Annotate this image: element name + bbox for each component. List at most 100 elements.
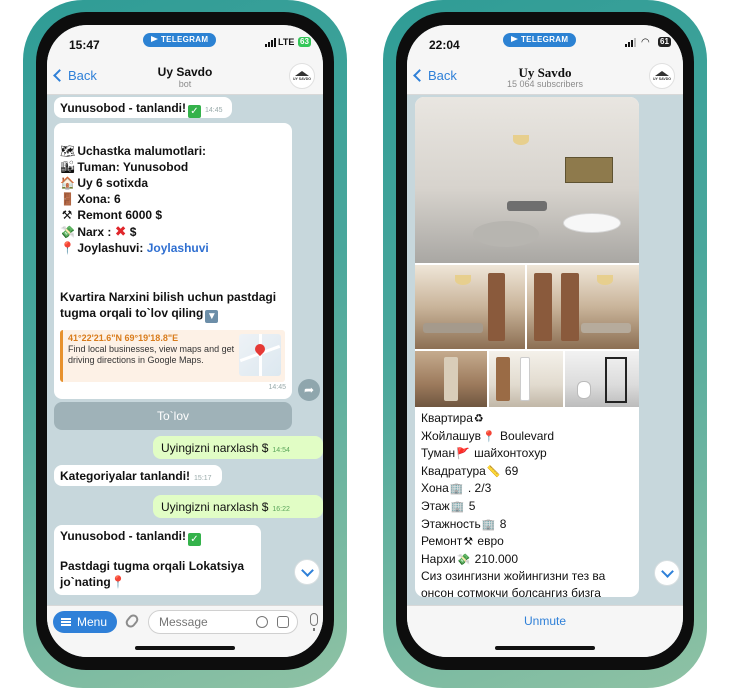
door-icon: 🚪	[60, 192, 75, 206]
telegram-pill-label: TELEGRAM	[521, 35, 569, 44]
microphone-icon[interactable]	[310, 613, 318, 631]
battery-level: 61	[658, 37, 671, 47]
share-icon[interactable]: ➦	[298, 379, 320, 401]
status-time: 15:47	[69, 38, 100, 52]
telegram-pill[interactable]: TELEGRAM	[503, 33, 577, 47]
post-line: Хона🏢 . 2/3	[421, 480, 633, 498]
location-link[interactable]: Joylashuvi	[147, 241, 209, 255]
scroll-down-button[interactable]	[294, 559, 320, 585]
chat-header: Back Uy Savdo 15 064 subscribers UY SAVD…	[407, 59, 683, 95]
post-line-icon: ♻	[473, 413, 484, 425]
tools-icon: ⚒	[61, 208, 73, 222]
post-line: Квартира♻	[421, 410, 633, 428]
message-time: 15:17	[194, 475, 212, 482]
house-logo-icon	[655, 71, 669, 76]
home-indicator	[135, 646, 235, 650]
post-line-icon: 💸	[456, 553, 471, 566]
message-property-info: 🗺 Uchastka malumotlari: 🏙 Tuman: Yunusob…	[54, 123, 292, 399]
signal-icon	[265, 38, 276, 47]
post-line: Ремонт⚒ евро	[421, 533, 633, 551]
avatar[interactable]: UY SAVDO	[289, 63, 315, 89]
telegram-plane-icon	[511, 36, 518, 42]
phone-right: 22:04 TELEGRAM ◠ 61 Back Uy Savdo 15 064…	[383, 0, 707, 688]
post-line-icon: ⚒	[463, 536, 474, 549]
message-outgoing: Uyingizni narxlash $14:54	[153, 436, 323, 459]
photo-bathroom[interactable]	[565, 351, 639, 407]
chat-screen-bot: 15:47 TELEGRAM LTE 63 Back Uy Savdo bot …	[47, 25, 323, 657]
post-line-icon: 🏢	[481, 518, 496, 531]
chat-title[interactable]: Uy Savdo	[47, 65, 323, 79]
sticker-icon[interactable]	[277, 616, 289, 628]
message-outgoing: Uyingizni narxlash $16:22	[153, 495, 323, 518]
input-bar: Menu	[47, 605, 323, 657]
stage: 15:47 TELEGRAM LTE 63 Back Uy Savdo bot …	[0, 0, 730, 698]
check-icon: ✓	[188, 533, 201, 546]
scroll-down-button[interactable]	[654, 560, 680, 586]
telegram-plane-icon	[151, 36, 158, 42]
post-text: Квартира♻ Жойлашув📍 Boulevard Туман🚩 шайх…	[421, 410, 633, 597]
map-preview[interactable]: 41°22'21.6"N 69°19'18.8"E Find local bus…	[60, 330, 285, 382]
telegram-pill[interactable]: TELEGRAM	[143, 33, 217, 47]
message-time: 14:54	[272, 447, 290, 454]
pin-icon: 📍	[110, 575, 126, 589]
down-arrow-icon: ▼	[205, 310, 219, 323]
signal-icon	[625, 38, 636, 47]
photo-hallway[interactable]	[415, 351, 487, 407]
menu-button[interactable]: Menu	[53, 611, 118, 633]
status-time: 22:04	[429, 38, 460, 52]
check-icon: ✓	[188, 105, 201, 118]
channel-post: Квартира♻ Жойлашув📍 Boulevard Туман🚩 шайх…	[415, 97, 639, 597]
unmute-button[interactable]: Unmute	[407, 614, 683, 628]
pin-icon: 📍	[60, 241, 75, 255]
house-logo-icon	[295, 71, 309, 76]
photo-kitchen[interactable]	[489, 351, 563, 407]
post-line: Этажность🏢 8	[421, 516, 633, 534]
post-line-icon: 📏	[486, 465, 501, 478]
message-time: 14:45	[268, 384, 286, 391]
post-line-icon: 🏢	[449, 483, 464, 496]
photo-bedroom[interactable]	[415, 265, 525, 349]
message-incoming: Yunusobod - tanlandi! ✓ Pastdagi tugma or…	[54, 525, 261, 595]
phone-bezel: 15:47 TELEGRAM LTE 63 Back Uy Savdo bot …	[36, 12, 334, 670]
post-line: Квадратура📏 69	[421, 463, 633, 481]
photo-living-room[interactable]	[415, 97, 639, 263]
chat-screen-channel: 22:04 TELEGRAM ◠ 61 Back Uy Savdo 15 064…	[407, 25, 683, 657]
post-line: Нархи💸 210.000	[421, 551, 633, 569]
home-indicator	[495, 646, 595, 650]
subscriber-count: 15 064 subscribers	[506, 79, 584, 89]
message-list[interactable]: Yunusobod - tanlandi! ✓ 14:45 🗺 Uchastka m…	[47, 95, 323, 605]
map-thumbnail	[239, 334, 281, 376]
bottom-bar: Unmute	[407, 605, 683, 657]
photo-bedroom-2[interactable]	[527, 265, 639, 349]
payment-button[interactable]: To`lov	[54, 402, 292, 430]
money-icon: 💸	[60, 225, 75, 239]
schedule-icon[interactable]	[256, 616, 268, 628]
post-line-icon: 🚩	[456, 448, 470, 461]
map-description: Find local businesses, view maps and get…	[68, 344, 235, 365]
post-line: Жойлашув📍 Boulevard	[421, 428, 633, 446]
message-time: 14:45	[205, 107, 223, 114]
message-time: 16:22	[272, 506, 290, 513]
status-bar: 15:47 TELEGRAM LTE 63	[47, 25, 323, 59]
chat-header: Back Uy Savdo bot UY SAVDO	[47, 59, 323, 95]
phone-bezel: 22:04 TELEGRAM ◠ 61 Back Uy Savdo 15 064…	[396, 12, 694, 670]
avatar[interactable]: UY SAVDO	[649, 63, 675, 89]
wifi-icon: ◠	[641, 37, 650, 48]
post-line: Этаж🏢 5	[421, 498, 633, 516]
chat-subtitle: bot	[178, 79, 192, 89]
battery-level: 63	[298, 37, 311, 47]
status-bar: 22:04 TELEGRAM ◠ 61	[407, 25, 683, 59]
message-list[interactable]: Квартира♻ Жойлашув📍 Boulevard Туман🚩 шайх…	[407, 95, 683, 605]
post-line: Туман🚩 шайхонтохур	[421, 445, 633, 463]
map-icon: 🗺	[60, 144, 76, 158]
menu-icon	[61, 618, 71, 626]
city-icon: 🏙	[60, 160, 76, 174]
attach-icon[interactable]	[123, 612, 141, 630]
telegram-pill-label: TELEGRAM	[161, 35, 209, 44]
cross-icon: ✖	[114, 223, 127, 239]
message-incoming: Yunusobod - tanlandi! ✓ 14:45	[54, 97, 232, 118]
network-type: LTE	[278, 37, 295, 47]
post-line-icon: 🏢	[450, 500, 465, 513]
message-input[interactable]	[148, 610, 298, 634]
phone-left: 15:47 TELEGRAM LTE 63 Back Uy Savdo bot …	[23, 0, 347, 688]
